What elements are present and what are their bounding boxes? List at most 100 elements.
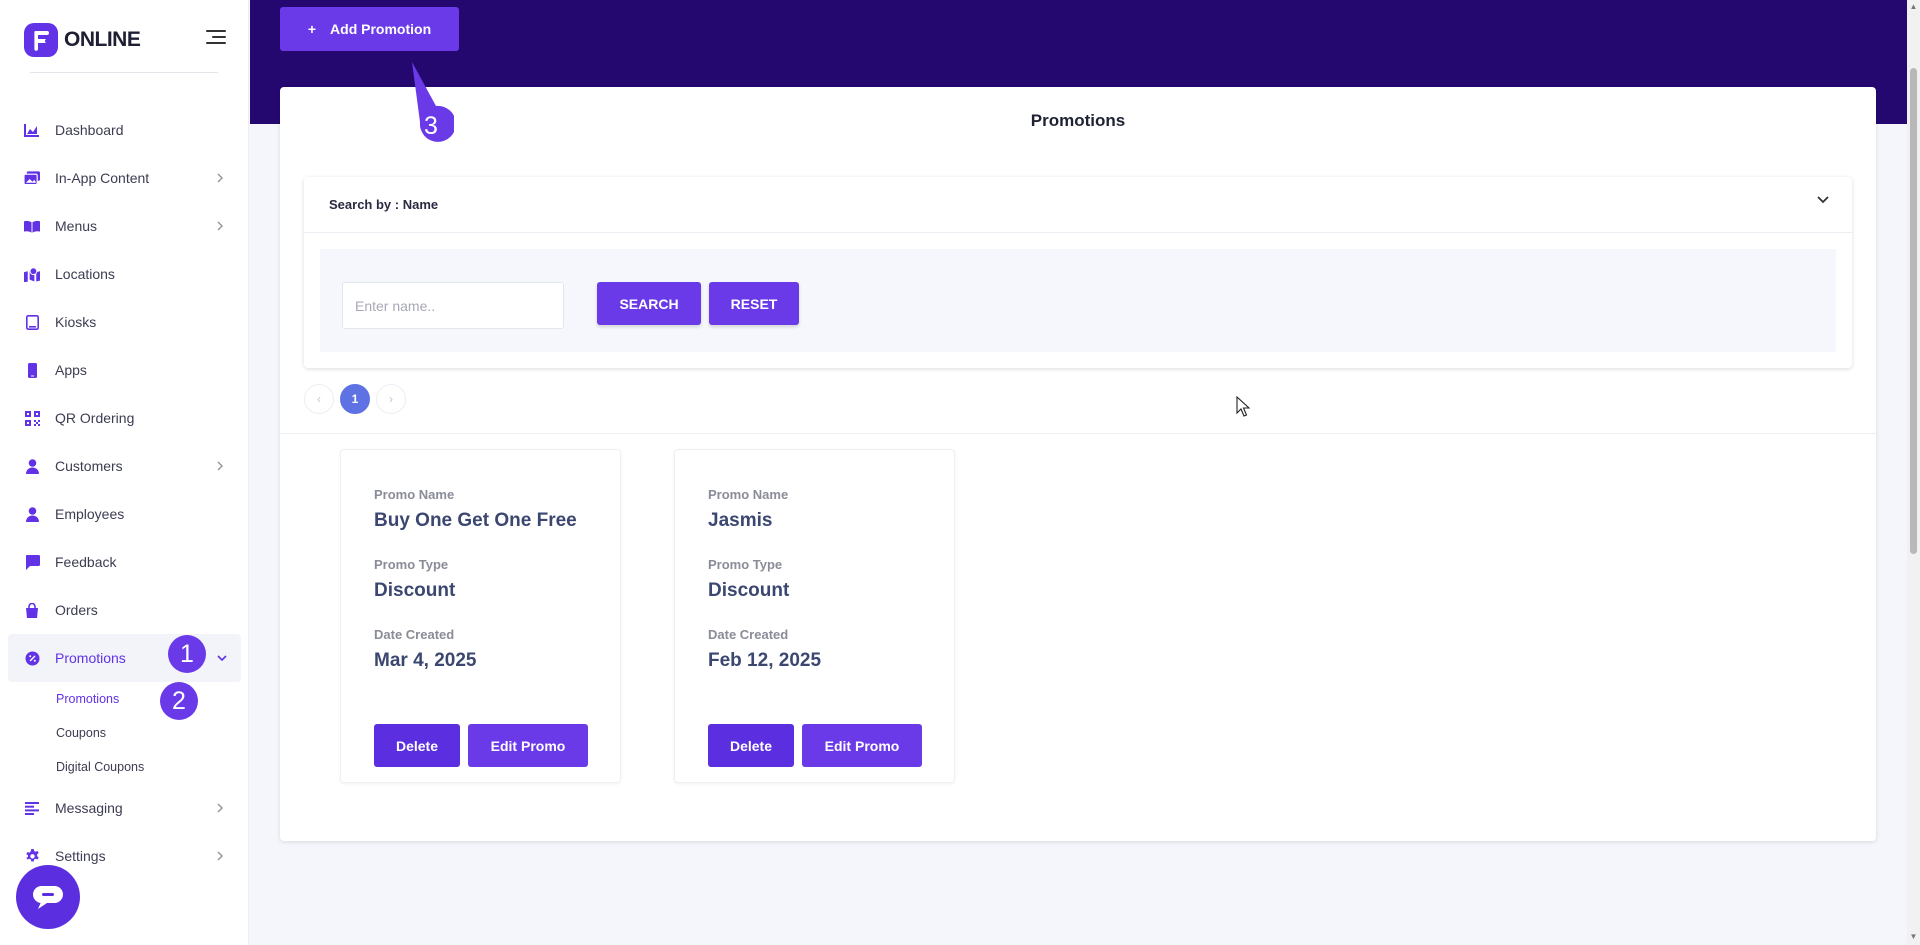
reset-button[interactable]: RESET xyxy=(709,282,799,325)
pagination: ‹ 1 › xyxy=(304,383,412,415)
sidebar-item-dashboard[interactable]: Dashboard xyxy=(0,106,249,154)
page-title: Promotions xyxy=(1030,111,1126,130)
user-icon xyxy=(24,506,40,522)
sidebar-item-menus[interactable]: Menus xyxy=(0,202,249,250)
delete-button[interactable]: Delete xyxy=(708,724,794,767)
date-created-value: Mar 4, 2025 xyxy=(374,650,477,671)
sidebar-item-label: Apps xyxy=(55,362,87,378)
chat-bubble-icon xyxy=(33,886,63,909)
plus-icon: + xyxy=(307,21,317,37)
search-button[interactable]: SEARCH xyxy=(597,282,701,325)
brand-name: ONLINE xyxy=(64,28,141,51)
delete-button[interactable]: Delete xyxy=(374,724,460,767)
sidebar-item-label: Employees xyxy=(55,506,125,522)
date-created-label: Date Created xyxy=(374,627,455,642)
sidebar-item-customers[interactable]: Customers xyxy=(0,442,249,490)
sidebar-item-label: Customers xyxy=(55,458,123,474)
step-marker-1: 1 xyxy=(168,635,206,673)
promo-type-label: Promo Type xyxy=(708,557,783,572)
sidebar-item-feedback[interactable]: Feedback xyxy=(0,538,249,586)
hamburger-menu-icon[interactable] xyxy=(206,30,226,48)
sidebar: ONLINE Dashboard In-App Content Menus Lo… xyxy=(0,0,249,945)
tablet-icon xyxy=(24,314,40,330)
sidebar-subitem-digital-coupons[interactable]: Digital Coupons xyxy=(0,750,249,784)
scroll-thumb[interactable] xyxy=(1910,68,1917,554)
sidebar-item-orders[interactable]: Orders xyxy=(0,586,249,634)
promotions-card: Promotions Search by : Name SEARCH RESET… xyxy=(280,87,1876,841)
mobile-icon xyxy=(24,362,40,378)
sidebar-item-in-app-content[interactable]: In-App Content xyxy=(0,154,249,202)
promo-type-value: Discount xyxy=(708,580,790,601)
book-open-icon xyxy=(24,218,40,234)
sidebar-item-label: Messaging xyxy=(55,800,123,816)
sidebar-item-employees[interactable]: Employees xyxy=(0,490,249,538)
qrcode-icon xyxy=(24,410,40,426)
promo-name-value: Jasmis xyxy=(708,510,773,531)
promo-card: Promo Name Jasmis Promo Type Discount Da… xyxy=(674,449,955,783)
badge-percent-icon xyxy=(24,650,40,666)
user-icon xyxy=(24,458,40,474)
sidebar-item-label: QR Ordering xyxy=(55,410,135,426)
sidebar-item-label: Feedback xyxy=(55,554,117,570)
edit-promo-button[interactable]: Edit Promo xyxy=(468,724,588,767)
sidebar-item-label: Promotions xyxy=(55,650,126,666)
date-created-value: Feb 12, 2025 xyxy=(708,650,822,671)
sidebar-subitem-coupons[interactable]: Coupons xyxy=(0,716,249,750)
search-panel-header[interactable]: Search by : Name xyxy=(304,177,1852,233)
promo-type-label: Promo Type xyxy=(374,557,449,572)
chevron-right-icon xyxy=(217,221,224,231)
chevron-right-icon xyxy=(217,851,224,861)
mouse-cursor-icon xyxy=(1236,396,1250,417)
brand-logo-icon xyxy=(24,23,58,57)
gear-icon xyxy=(24,848,40,864)
comment-icon xyxy=(24,554,40,570)
search-by-label: Search by : Name xyxy=(329,197,439,212)
pagination-prev-button[interactable]: ‹ xyxy=(304,384,334,414)
promo-name-label: Promo Name xyxy=(708,487,789,502)
sidebar-item-label: Settings xyxy=(55,848,106,864)
step-marker-3: 3 xyxy=(424,111,438,140)
sidebar-item-label: Locations xyxy=(55,266,115,282)
divider xyxy=(280,433,1876,434)
chevron-down-icon[interactable] xyxy=(1816,195,1830,205)
map-location-icon xyxy=(24,266,40,282)
promo-name-label: Promo Name xyxy=(374,487,455,502)
sidebar-item-label: Orders xyxy=(55,602,98,618)
pagination-page-1[interactable]: 1 xyxy=(340,384,370,414)
name-search-input[interactable] xyxy=(342,282,564,329)
shopping-bag-icon xyxy=(24,602,40,618)
sidebar-item-label: Kiosks xyxy=(55,314,97,330)
promo-name-value: Buy One Get One Free xyxy=(374,510,577,531)
divider xyxy=(30,72,218,73)
sidebar-item-kiosks[interactable]: Kiosks xyxy=(0,298,249,346)
scroll-up-icon[interactable]: ▲ xyxy=(1909,2,1918,11)
brand[interactable]: ONLINE xyxy=(24,23,141,57)
edit-promo-button[interactable]: Edit Promo xyxy=(802,724,922,767)
pagination-next-button[interactable]: › xyxy=(376,384,406,414)
sidebar-item-messaging[interactable]: Messaging xyxy=(0,784,249,832)
promo-card: Promo Name Buy One Get One Free Promo Ty… xyxy=(340,449,621,783)
date-created-label: Date Created xyxy=(708,627,789,642)
sidebar-subitem-promotions[interactable]: Promotions xyxy=(0,682,249,716)
sidebar-item-apps[interactable]: Apps xyxy=(0,346,249,394)
chat-button[interactable] xyxy=(16,865,80,929)
add-promotion-button[interactable]: + Add Promotion xyxy=(280,7,459,51)
sidebar-item-label: Menus xyxy=(55,218,98,234)
page-scrollbar[interactable]: ▲ ▼ xyxy=(1907,0,1920,945)
sidebar-item-promotions[interactable]: Promotions xyxy=(8,634,241,682)
chevron-right-icon xyxy=(217,461,224,471)
sidebar-item-label: Dashboard xyxy=(55,122,124,138)
sidebar-item-qr-ordering[interactable]: QR Ordering xyxy=(0,394,249,442)
sidebar-item-label: In-App Content xyxy=(55,170,150,186)
add-promotion-label: Add Promotion xyxy=(330,21,432,37)
promo-type-value: Discount xyxy=(374,580,456,601)
sidebar-nav: Dashboard In-App Content Menus Locations… xyxy=(0,106,249,880)
chart-area-icon xyxy=(24,122,40,138)
step-marker-2: 2 xyxy=(160,682,198,720)
images-icon xyxy=(24,170,40,186)
scroll-down-icon[interactable]: ▼ xyxy=(1909,932,1918,941)
sidebar-item-locations[interactable]: Locations xyxy=(0,250,249,298)
chevron-right-icon xyxy=(217,803,224,813)
align-left-icon xyxy=(24,800,40,816)
chevron-right-icon xyxy=(217,173,224,183)
